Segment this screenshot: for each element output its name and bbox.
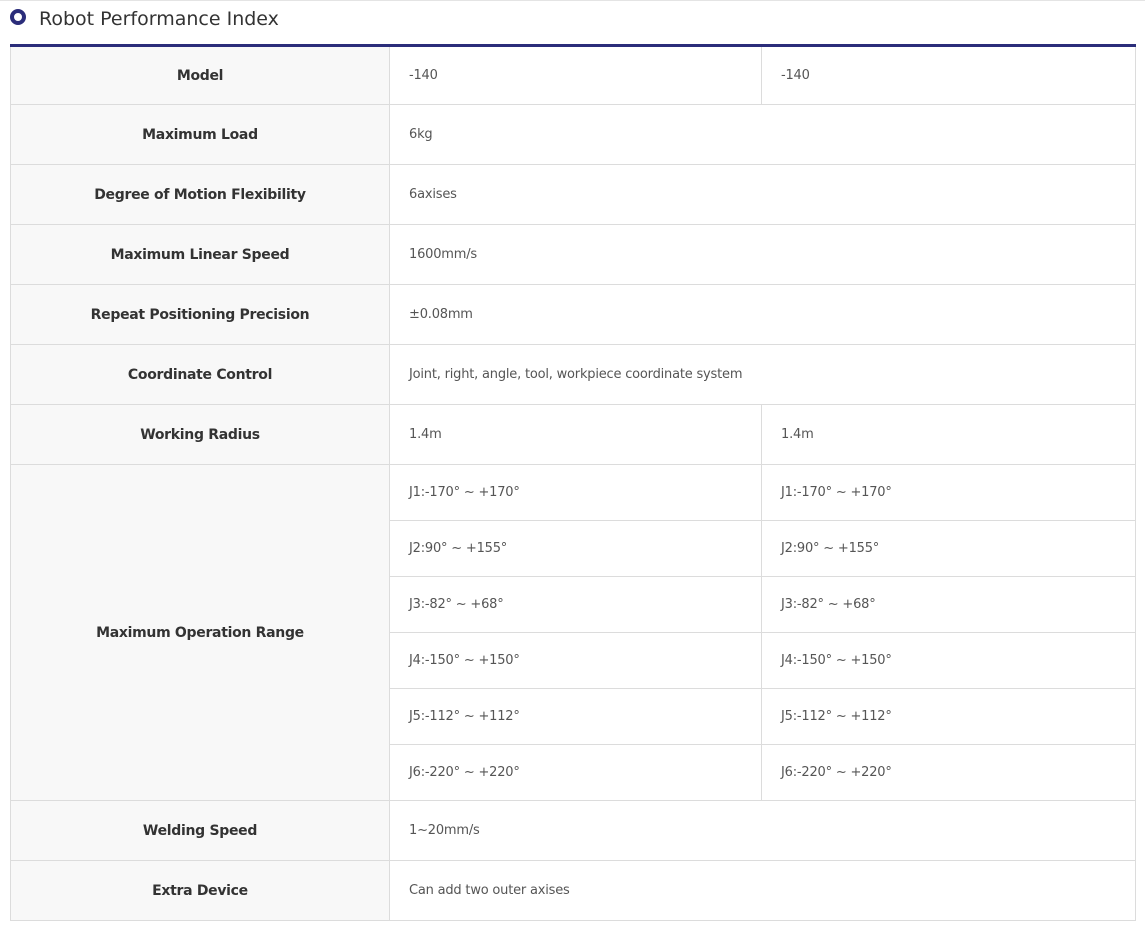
table-row-flexibility: Degree of Motion Flexibility 6axises: [10, 164, 1136, 225]
j2-range-b: J2:90° ~ +155°: [761, 520, 1136, 577]
j1-range-a: J1:-170° ~ +170°: [389, 464, 762, 521]
performance-table: Model -140 -140 Maximum Load 6kg Degree …: [10, 44, 1136, 921]
row-label-maximum-load: Maximum Load: [10, 104, 390, 165]
j6-range-a: J6:-220° ~ +220°: [389, 744, 762, 801]
j5-range-a: J5:-112° ~ +112°: [389, 688, 762, 745]
j4-range-a: J4:-150° ~ +150°: [389, 632, 762, 689]
welding-speed-value: 1~20mm/s: [389, 800, 1136, 861]
j1-range-b: J1:-170° ~ +170°: [761, 464, 1136, 521]
j3-range-b: J3:-82° ~ +68°: [761, 576, 1136, 633]
top-divider: [0, 0, 1145, 1]
row-label-model: Model: [10, 45, 390, 105]
model-value-a: -140: [389, 45, 762, 105]
j5-range-b: J5:-112° ~ +112°: [761, 688, 1136, 745]
ring-bullet-icon: [10, 9, 26, 25]
working-radius-value-b: 1.4m: [761, 404, 1136, 465]
j2-range-a: J2:90° ~ +155°: [389, 520, 762, 577]
maximum-load-value: 6kg: [389, 104, 1136, 165]
table-row-j1: Maximum Operation Range J1:-170° ~ +170°…: [10, 464, 1136, 801]
row-label-extra-device: Extra Device: [10, 860, 390, 921]
model-value-b: -140: [761, 45, 1136, 105]
precision-value: ±0.08mm: [389, 284, 1136, 345]
flexibility-value: 6axises: [389, 164, 1136, 225]
table-row-coordinate: Coordinate Control Joint, right, angle, …: [10, 344, 1136, 405]
working-radius-value-a: 1.4m: [389, 404, 762, 465]
table-row-extra-device: Extra Device Can add two outer axises: [10, 860, 1136, 921]
row-label-linear-speed: Maximum Linear Speed: [10, 224, 390, 285]
table-row-model: Model -140 -140: [10, 45, 1136, 105]
row-label-coordinate: Coordinate Control: [10, 344, 390, 405]
j3-range-a: J3:-82° ~ +68°: [389, 576, 762, 633]
extra-device-value: Can add two outer axises: [389, 860, 1136, 921]
coordinate-value: Joint, right, angle, tool, workpiece coo…: [389, 344, 1136, 405]
row-label-flexibility: Degree of Motion Flexibility: [10, 164, 390, 225]
j6-range-b: J6:-220° ~ +220°: [761, 744, 1136, 801]
table-row-precision: Repeat Positioning Precision ±0.08mm: [10, 284, 1136, 345]
row-label-operation-range: Maximum Operation Range: [10, 464, 390, 801]
row-label-welding-speed: Welding Speed: [10, 800, 390, 861]
table-row-welding-speed: Welding Speed 1~20mm/s: [10, 800, 1136, 861]
row-label-precision: Repeat Positioning Precision: [10, 284, 390, 345]
section-title: Robot Performance Index: [39, 8, 279, 30]
linear-speed-value: 1600mm/s: [389, 224, 1136, 285]
table-row-maximum-load: Maximum Load 6kg: [10, 104, 1136, 165]
j4-range-b: J4:-150° ~ +150°: [761, 632, 1136, 689]
table-row-working-radius: Working Radius 1.4m 1.4m: [10, 404, 1136, 465]
table-row-linear-speed: Maximum Linear Speed 1600mm/s: [10, 224, 1136, 285]
row-label-working-radius: Working Radius: [10, 404, 390, 465]
section-header: Robot Performance Index: [10, 4, 279, 34]
